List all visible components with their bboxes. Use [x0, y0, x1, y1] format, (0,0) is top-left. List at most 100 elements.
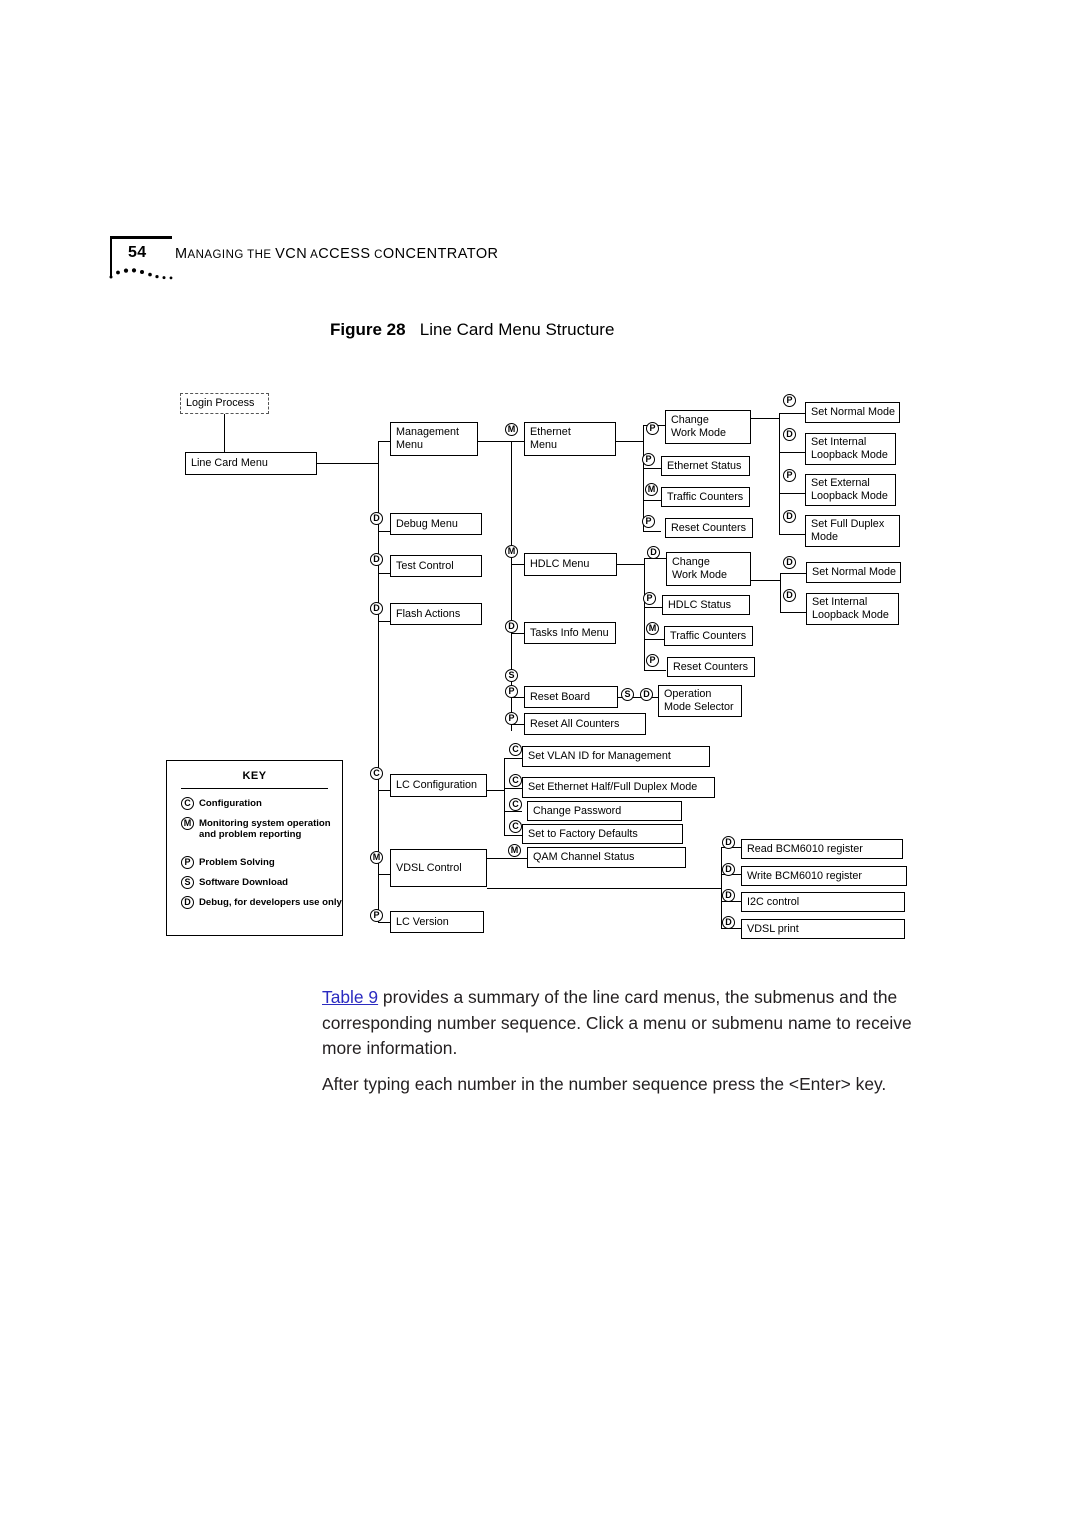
- badge-ethernet-set-external-loopback: P: [783, 469, 796, 482]
- node-label: Set External Loopback Mode: [811, 477, 888, 502]
- badge-vdsl-control: M: [370, 851, 383, 864]
- badge-hdlc-status: P: [643, 592, 656, 605]
- connector-hdlc-traffic: [644, 639, 664, 641]
- badge-software-download: S: [181, 876, 194, 889]
- badge-operation-mode-selector-debug: D: [640, 688, 653, 701]
- node-lc-configuration[interactable]: LC Configuration: [390, 774, 487, 797]
- badge-management-menu: M: [505, 423, 518, 436]
- badge-configuration: C: [181, 797, 194, 810]
- node-label: Change Work Mode: [672, 556, 728, 581]
- badge-ethernet-set-internal-loopback: D: [783, 428, 796, 441]
- connector-hdlc-resetcnt: [644, 670, 666, 672]
- node-ethernet-status[interactable]: Ethernet Status: [661, 456, 750, 476]
- badge-lc-configuration: C: [370, 767, 383, 780]
- badge-debug-menu: D: [370, 512, 383, 525]
- badge-lc-version: P: [370, 909, 383, 922]
- node-line-card-menu[interactable]: Line Card Menu: [185, 452, 317, 475]
- node-vdsl-print[interactable]: VDSL print: [741, 919, 905, 939]
- node-tasks-info-menu[interactable]: Tasks Info Menu: [524, 622, 616, 644]
- connector-hdlcchange-right: [751, 580, 781, 582]
- spine-hdlc-children: [644, 558, 646, 671]
- node-label: Operation Mode Selector: [664, 688, 734, 713]
- connector-spine-lcversion: [378, 922, 390, 924]
- node-hdlc-traffic-counters[interactable]: Traffic Counters: [664, 626, 753, 646]
- node-hdlc-status[interactable]: HDLC Status: [662, 595, 750, 615]
- node-label: LC Configuration: [396, 779, 478, 792]
- node-hdlc-set-normal-mode[interactable]: Set Normal Mode: [806, 562, 901, 583]
- node-set-vlan-id[interactable]: Set VLAN ID for Management: [522, 746, 710, 767]
- node-ethernet-set-full-duplex[interactable]: Set Full Duplex Mode: [805, 515, 900, 547]
- node-change-password[interactable]: Change Password: [527, 801, 682, 821]
- node-reset-board[interactable]: Reset Board: [524, 686, 618, 708]
- key-legend: KEY C Configuration M Monitoring system …: [166, 760, 343, 936]
- node-ethernet-set-normal-mode[interactable]: Set Normal Mode: [805, 402, 900, 423]
- node-flash-actions[interactable]: Flash Actions: [390, 603, 482, 625]
- node-label: Management Menu: [396, 426, 460, 451]
- node-set-ethernet-duplex[interactable]: Set Ethernet Half/Full Duplex Mode: [522, 777, 715, 798]
- connector-lcconfig-password: [504, 811, 522, 813]
- node-hdlc-change-work-mode[interactable]: Change Work Mode: [666, 552, 751, 586]
- badge-set-factory-defaults: C: [509, 820, 522, 833]
- badge-test-control: D: [370, 553, 383, 566]
- node-i2c-control[interactable]: I2C control: [741, 892, 905, 912]
- node-hdlc-set-internal-loopback[interactable]: Set Internal Loopback Mode: [806, 593, 899, 625]
- node-operation-mode-selector[interactable]: Operation Mode Selector: [658, 685, 742, 717]
- node-test-control[interactable]: Test Control: [390, 555, 482, 577]
- node-vdsl-control[interactable]: VDSL Control: [390, 849, 487, 887]
- node-ethernet-set-external-loopback[interactable]: Set External Loopback Mode: [805, 474, 896, 506]
- node-label: HDLC Menu: [530, 558, 590, 571]
- node-management-menu[interactable]: Management Menu: [390, 422, 478, 456]
- node-debug-menu[interactable]: Debug Menu: [390, 513, 482, 535]
- badge-flash-actions: D: [370, 602, 383, 615]
- key-item-label: Configuration: [199, 798, 262, 809]
- node-read-bcm6010[interactable]: Read BCM6010 register: [741, 839, 903, 859]
- node-label: Flash Actions: [396, 607, 461, 620]
- node-reset-all-counters[interactable]: Reset All Counters: [524, 713, 646, 735]
- node-ethernet-traffic-counters[interactable]: Traffic Counters: [661, 487, 750, 507]
- badge-hdlc-set-internal-loopback: D: [783, 589, 796, 602]
- node-label: Set to Factory Defaults: [528, 827, 638, 840]
- badge-reset-board-software: S: [505, 669, 518, 682]
- connector-spine-management: [378, 441, 390, 443]
- badge-hdlc-reset-counters: P: [646, 654, 659, 667]
- connector-eth-externalloop: [779, 493, 805, 495]
- key-item-label: Problem Solving: [199, 857, 275, 868]
- spine-bcm: [721, 847, 723, 929]
- spine-hdlc-modes: [780, 573, 782, 613]
- node-write-bcm6010[interactable]: Write BCM6010 register: [741, 866, 907, 886]
- connector-management-right: [478, 441, 512, 443]
- connector-spine-flash: [378, 621, 390, 623]
- node-label: Line Card Menu: [191, 457, 268, 470]
- paragraph-enter-key: After typing each number in the number s…: [322, 1072, 952, 1098]
- node-label: Read BCM6010 register: [747, 842, 863, 855]
- badge-qam-channel-status: M: [508, 844, 521, 857]
- node-ethernet-change-work-mode[interactable]: Change Work Mode: [665, 410, 751, 444]
- badge-hdlc-menu: M: [505, 545, 518, 558]
- badge-hdlc-set-normal-mode: D: [783, 556, 796, 569]
- node-label: Test Control: [396, 559, 454, 572]
- node-ethernet-reset-counters[interactable]: Reset Counters: [665, 518, 753, 538]
- node-hdlc-menu[interactable]: HDLC Menu: [524, 553, 617, 576]
- badge-operation-mode-selector-software: S: [621, 688, 634, 701]
- badge-reset-board: P: [505, 685, 518, 698]
- node-label: QAM Channel Status: [533, 851, 635, 864]
- node-hdlc-reset-counters[interactable]: Reset Counters: [667, 657, 755, 677]
- badge-problem-solving: P: [181, 856, 194, 869]
- connector-linecard-right: [317, 463, 379, 465]
- node-label: LC Version: [396, 915, 449, 928]
- node-label: Traffic Counters: [667, 490, 744, 503]
- badge-ethernet-change-work-mode: P: [646, 422, 659, 435]
- node-ethernet-set-internal-loopback[interactable]: Set Internal Loopback Mode: [805, 433, 896, 465]
- node-set-factory-defaults[interactable]: Set to Factory Defaults: [522, 824, 683, 844]
- badge-i2c-control: D: [722, 889, 735, 902]
- node-lc-version[interactable]: LC Version: [390, 911, 484, 933]
- connector-ethernet-right: [616, 441, 644, 443]
- node-login-process[interactable]: Login Process: [180, 393, 269, 414]
- node-qam-channel-status[interactable]: QAM Channel Status: [527, 847, 686, 868]
- node-ethernet-menu[interactable]: Ethernet Menu: [524, 422, 616, 456]
- badge-ethernet-reset-counters: P: [642, 515, 655, 528]
- spine-eth-modes: [779, 413, 781, 535]
- connector-hdlc-right: [617, 564, 645, 566]
- node-label: VDSL print: [747, 922, 799, 935]
- table-9-link[interactable]: Table 9: [322, 987, 378, 1007]
